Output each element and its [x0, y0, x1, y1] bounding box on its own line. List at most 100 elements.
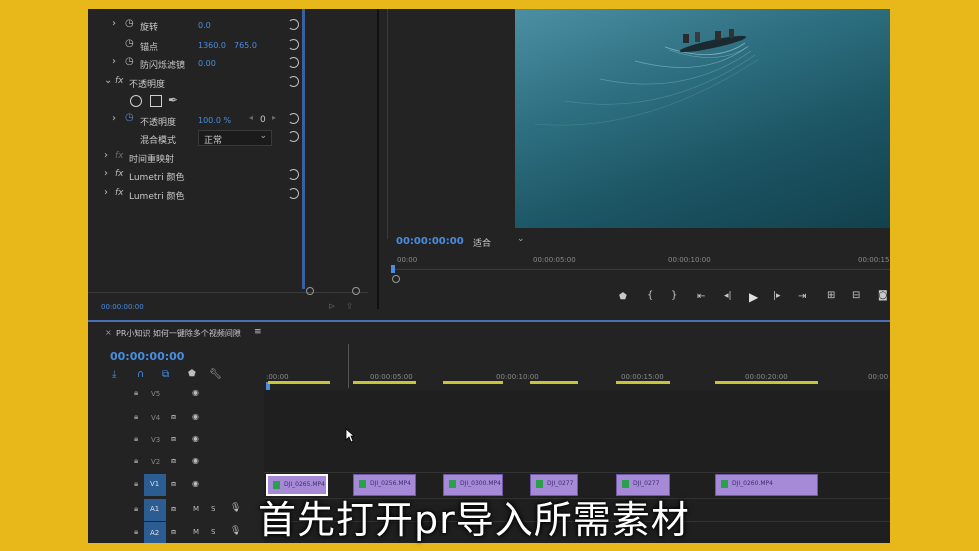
microphone-icon[interactable]: 🎙︎	[230, 526, 241, 536]
boat-scene	[534, 29, 760, 126]
solo-button[interactable]: S	[211, 505, 215, 513]
go-to-out-icon[interactable]: ⇥	[798, 291, 806, 302]
expand-chevron-icon[interactable]: ›	[112, 56, 116, 67]
go-to-in-icon[interactable]: ⇤	[697, 291, 705, 302]
anchor-x-value[interactable]: 1360.0	[198, 41, 226, 50]
level-meter	[379, 9, 388, 239]
fx-badge-icon	[721, 480, 728, 488]
reset-icon[interactable]	[288, 57, 299, 68]
linked-selection-icon[interactable]: ⧉	[162, 369, 169, 380]
stopwatch-active-icon[interactable]: ◷	[125, 112, 134, 123]
play-icon[interactable]: ▶	[749, 290, 758, 304]
source-patch-a2[interactable]: A2	[144, 522, 166, 543]
eye-icon[interactable]: ◉	[192, 412, 199, 421]
sync-lock-icon[interactable]: ⧈	[171, 456, 176, 466]
clip-name: DJI_0265.MP4	[284, 481, 325, 488]
close-icon[interactable]: ×	[105, 328, 112, 337]
sequence-tab-title[interactable]: PR小知识 如何一键除多个视频间隙	[116, 328, 241, 339]
opacity-value[interactable]: 100.0 %	[198, 116, 231, 125]
add-marker-icon[interactable]: ⬟	[188, 369, 196, 379]
lock-icon[interactable]: 🔒︎	[134, 434, 138, 444]
scroll-handle[interactable]	[306, 287, 314, 295]
snap-icon[interactable]: ∩	[137, 369, 144, 380]
blend-mode-select[interactable]: 正常 ⌄	[198, 130, 272, 146]
scroll-handle[interactable]	[352, 287, 360, 295]
effects-timecode[interactable]: 00:00:00:00	[101, 303, 144, 311]
expand-chevron-icon[interactable]: ›	[112, 18, 116, 29]
reset-icon[interactable]	[288, 169, 299, 180]
next-keyframe-icon[interactable]: ▸	[272, 113, 276, 122]
fx-icon[interactable]: fx	[115, 169, 124, 179]
expand-chevron-icon[interactable]: ›	[112, 113, 116, 124]
lock-icon[interactable]: 🔒︎	[134, 456, 138, 466]
clip-name: DJI_0260.MP4	[732, 480, 773, 487]
panel-menu-icon[interactable]: ≡	[254, 327, 262, 337]
expand-chevron-icon[interactable]: ›	[104, 150, 108, 161]
solo-button[interactable]: S	[211, 528, 215, 536]
wrench-icon[interactable]: 🔧︎	[209, 369, 222, 380]
time-remap-label: 时间重映射	[129, 155, 175, 165]
blend-mode-value: 正常	[204, 136, 223, 146]
timeline-ruler[interactable]: :00:00 00:00:05:00 00:00:10:00 00:00:15:…	[266, 362, 890, 390]
extract-icon[interactable]: ⊟	[852, 290, 860, 301]
mark-in-icon[interactable]: {	[647, 290, 653, 301]
lock-icon[interactable]: 🔒︎	[134, 388, 138, 398]
reset-icon[interactable]	[288, 188, 299, 199]
mark-out-icon[interactable]: }	[671, 290, 677, 301]
rotation-value[interactable]: 0.0	[198, 21, 211, 30]
mute-button[interactable]: M	[193, 505, 199, 513]
zoom-scrollbar-handle[interactable]	[392, 275, 400, 283]
stopwatch-icon[interactable]: ◷	[125, 56, 134, 67]
step-back-icon[interactable]: ◂|	[724, 291, 732, 301]
ellipse-mask-icon[interactable]	[130, 95, 142, 107]
program-timecode[interactable]: 00:00:00:00	[396, 236, 464, 247]
opacity-label: 不透明度	[140, 118, 177, 128]
eye-icon[interactable]: ◉	[192, 479, 199, 488]
eye-icon[interactable]: ◉	[192, 434, 199, 443]
fx-icon[interactable]: fx	[115, 188, 124, 198]
nest-icon[interactable]: ⤓	[112, 369, 116, 380]
reset-icon[interactable]	[288, 19, 299, 30]
sync-lock-icon[interactable]: ⧈	[171, 527, 176, 537]
lock-icon[interactable]: 🔒︎	[134, 479, 138, 489]
lock-icon[interactable]: 🔒︎	[134, 527, 138, 537]
reset-icon[interactable]	[288, 76, 299, 87]
microphone-icon[interactable]: 🎙︎	[230, 503, 241, 513]
anchor-y-value[interactable]: 765.0	[234, 41, 257, 50]
expand-chevron-icon[interactable]: ›	[104, 187, 108, 198]
export-icon[interactable]: ⇪	[346, 302, 354, 312]
prev-keyframe-icon[interactable]: ◂	[249, 113, 253, 122]
playhead[interactable]	[391, 265, 395, 273]
camera-icon[interactable]: ◙	[878, 290, 888, 301]
expand-chevron-icon[interactable]: ›	[104, 168, 108, 179]
pen-mask-icon[interactable]: ✒	[168, 93, 178, 107]
sync-lock-icon[interactable]: ⧈	[171, 479, 176, 489]
video-clip[interactable]: DJI_0260.MP4	[715, 474, 818, 496]
filter-icon[interactable]: ⊳	[328, 302, 336, 312]
eye-icon[interactable]: ◉	[192, 388, 199, 397]
reset-icon[interactable]	[288, 131, 299, 142]
eye-icon[interactable]: ◉	[192, 456, 199, 465]
clip-range-bar	[443, 381, 503, 384]
rectangle-mask-icon[interactable]	[150, 95, 162, 107]
lift-icon[interactable]: ⊞	[827, 290, 835, 301]
fit-select[interactable]: 适合 ⌄	[471, 234, 529, 249]
step-forward-icon[interactable]: |▸	[773, 291, 781, 301]
source-patch-a1[interactable]: A1	[144, 499, 166, 521]
lock-icon[interactable]: 🔒︎	[134, 504, 138, 514]
timeline-timecode[interactable]: 00:00:00:00	[110, 350, 184, 363]
sync-lock-icon[interactable]: ⧈	[171, 412, 176, 422]
lock-icon[interactable]: 🔒︎	[134, 412, 138, 422]
reset-icon[interactable]	[288, 113, 299, 124]
flicker-filter-value[interactable]: 0.00	[198, 59, 216, 68]
source-patch-v1[interactable]: V1	[144, 474, 166, 496]
sync-lock-icon[interactable]: ⧈	[171, 434, 176, 444]
stopwatch-icon[interactable]: ◷	[125, 18, 134, 29]
stopwatch-icon[interactable]: ◷	[125, 38, 134, 49]
reset-icon[interactable]	[288, 39, 299, 50]
sync-lock-icon[interactable]: ⧈	[171, 504, 176, 514]
mute-button[interactable]: M	[193, 528, 199, 536]
add-marker-icon[interactable]: ⬟	[619, 292, 627, 302]
collapse-chevron-icon[interactable]: ⌄	[104, 75, 112, 86]
program-ruler[interactable]: 00:00 00:00:05:00 00:00:10:00 00:00:15	[388, 253, 890, 283]
